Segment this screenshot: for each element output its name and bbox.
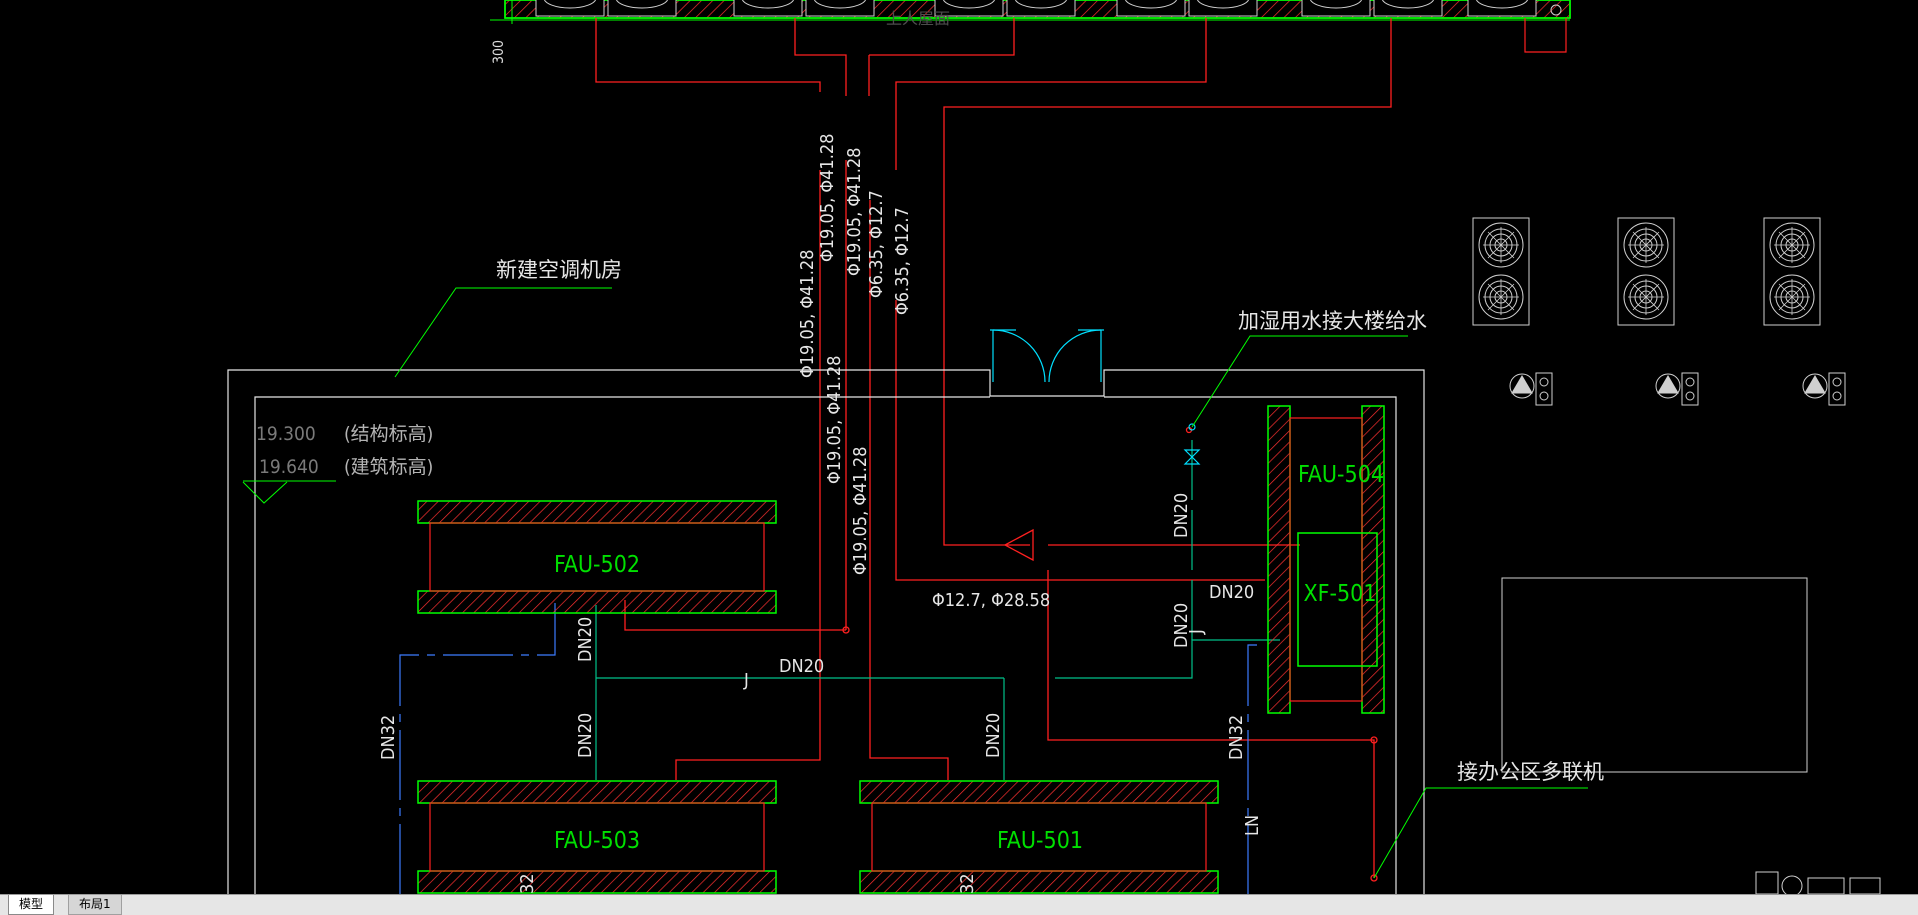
drain-ln-mark: LN	[1242, 815, 1263, 836]
outdoor-unit-3[interactable]	[1763, 217, 1821, 326]
label-fau-503: FAU-503	[554, 828, 640, 854]
drain-pipes[interactable]	[399, 600, 1265, 894]
pipe-size-label: Φ12.7, Φ28.58	[932, 590, 1050, 611]
equipment-pad[interactable]	[1501, 577, 1808, 773]
elev-arch-value: 19.640	[259, 456, 319, 478]
layout-tab-bar: 模型 布局1	[0, 894, 1918, 915]
pump-symbols[interactable]	[1509, 372, 1846, 406]
unit-fau-504[interactable]	[1267, 405, 1385, 714]
roof-partial-label: 上人屋面	[886, 9, 950, 28]
dn-label: DN32	[1226, 715, 1247, 760]
label-fau-504: FAU-504	[1298, 462, 1384, 488]
label-fau-501: FAU-501	[997, 828, 1083, 854]
water-j-mark: J	[743, 670, 749, 691]
dn-label: DN20	[575, 713, 596, 758]
multi-split-label: 接办公区多联机	[1457, 760, 1604, 784]
roof-equipment-strip[interactable]: 上人屋面	[490, 0, 1571, 53]
dn-label: DN20	[1171, 493, 1192, 538]
water-j-mark: J	[1186, 629, 1207, 635]
elev-struct-label: (结构标高)	[344, 423, 433, 445]
pipe-size-label: Φ19.05, Φ41.28	[797, 250, 818, 378]
dn-label: DN20	[1209, 582, 1254, 603]
dn-label: DN32	[378, 715, 399, 760]
label-fau-502: FAU-502	[554, 552, 640, 578]
dn-label: DN20	[1171, 603, 1192, 648]
pipe-size-label: Φ6.35, Φ12.7	[866, 190, 887, 298]
corner-equipment	[1755, 871, 1881, 894]
tab-model[interactable]: 模型	[8, 895, 55, 915]
dn-label: DN20	[983, 713, 1004, 758]
dn-label: DN20	[779, 656, 824, 677]
pipe-size-label: Φ6.35, Φ12.7	[892, 207, 913, 315]
cad-model-viewport[interactable]: 上人屋面 300 新建空调机房 加湿用水接大楼给水 接办公区多联机 19.300…	[0, 0, 1918, 894]
label-xf-501: XF-501	[1303, 581, 1376, 607]
outdoor-unit-1[interactable]	[1472, 217, 1530, 326]
elev-struct-value: 19.300	[256, 423, 316, 445]
dn-label: DN20	[575, 617, 596, 662]
pipe-size-label: Φ19.05, Φ41.28	[817, 134, 838, 262]
room-label: 新建空调机房	[496, 258, 622, 282]
top-dimension-label: 300	[491, 40, 507, 64]
partial-size-label: 32	[957, 873, 978, 894]
partial-size-label: 32	[517, 873, 538, 894]
humidify-label: 加湿用水接大楼给水	[1238, 309, 1427, 333]
elev-arch-label: (建筑标高)	[344, 456, 433, 478]
pipe-size-label: Φ19.05, Φ41.28	[844, 148, 865, 276]
double-door[interactable]	[990, 329, 1104, 383]
tab-layout1[interactable]: 布局1	[68, 895, 122, 915]
pipe-size-label: Φ19.05, Φ41.28	[850, 447, 871, 575]
outdoor-unit-2[interactable]	[1617, 217, 1675, 326]
pipe-size-label: Φ19.05, Φ41.28	[824, 356, 845, 484]
